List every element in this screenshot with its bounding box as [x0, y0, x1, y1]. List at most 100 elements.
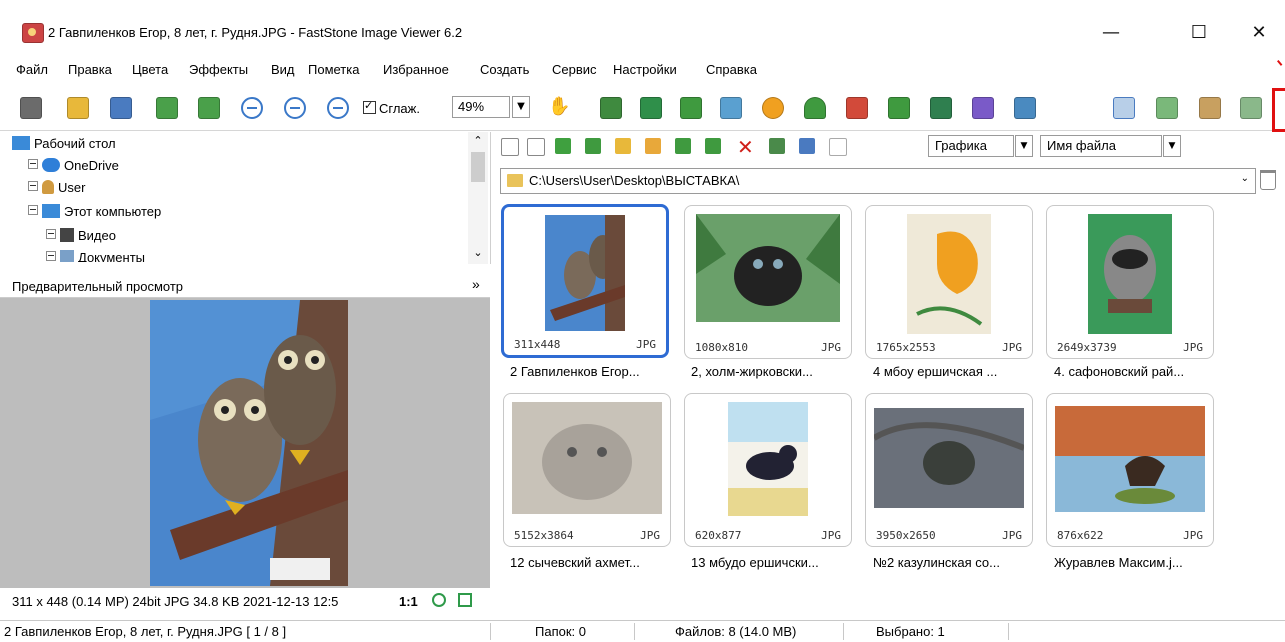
up-folder-icon[interactable] [555, 138, 571, 154]
squirrel-thumbnail [907, 214, 991, 334]
next-image-icon[interactable] [198, 97, 220, 119]
path-combobox[interactable]: C:\Users\User\Desktop\ВЫСТАВКА\ ⌄ [500, 168, 1256, 194]
zoom-dropdown-arrow[interactable]: ▼ [512, 96, 530, 118]
thumbnail-item[interactable]: 2649x3739 JPG [1046, 205, 1214, 359]
layout-preview-icon[interactable] [1156, 97, 1178, 119]
list-view-icon[interactable] [799, 138, 815, 154]
tree-item-video[interactable]: Видео [46, 228, 116, 243]
menu-edit[interactable]: Правка [68, 62, 112, 77]
compare-icon[interactable] [930, 97, 952, 119]
delete-icon[interactable]: ✕ [737, 135, 754, 159]
resize-icon[interactable] [680, 97, 702, 119]
thumbnail-dimensions: 2649x3739 [1057, 341, 1117, 354]
brightness-icon[interactable] [762, 97, 784, 119]
fit-icon[interactable] [432, 593, 446, 607]
thumbnail-item[interactable]: 1765x2553 JPG [865, 205, 1033, 359]
smooth-checkbox[interactable]: Сглаж. [363, 99, 420, 116]
tree-item-desktop[interactable]: Рабочий стол [12, 136, 116, 151]
folder-green-icon[interactable] [585, 138, 601, 154]
tree-item-documents[interactable]: Документы [46, 250, 145, 262]
menu-mark[interactable]: Пометка [308, 62, 359, 77]
crop-icon[interactable] [640, 97, 662, 119]
rotate-right-icon[interactable] [888, 97, 910, 119]
actual-size-button[interactable]: 1:1 [399, 594, 418, 609]
email-icon[interactable] [1014, 97, 1036, 119]
expand-icon[interactable] [28, 181, 38, 191]
thumbnail-item[interactable]: 1080x810 JPG [684, 205, 852, 359]
copy-to-icon[interactable] [675, 138, 691, 154]
layout-browser-icon[interactable] [1113, 97, 1135, 119]
favorite-folder-icon[interactable] [615, 138, 631, 154]
thumbnail-item[interactable]: 311x448 JPG [501, 204, 669, 358]
minimize-button[interactable]: — [1088, 20, 1134, 46]
tree-scrollbar[interactable]: ⌃ ⌄ [468, 132, 488, 264]
zoom-out-icon[interactable] [284, 97, 306, 119]
thumbnail-item[interactable]: 876x622 JPG [1046, 393, 1214, 547]
maximize-button[interactable]: ☐ [1176, 20, 1222, 46]
user-icon [42, 180, 54, 194]
thumbnail-item[interactable]: 5152x3864 JPG [503, 393, 671, 547]
menu-colors[interactable]: Цвета [132, 62, 168, 77]
back-arrow-icon[interactable] [501, 138, 519, 156]
red-eye-icon[interactable] [804, 97, 826, 119]
app-icon [22, 23, 44, 43]
slideshow-icon[interactable] [600, 97, 622, 119]
menu-effects[interactable]: Эффекты [189, 62, 248, 77]
previous-image-icon[interactable] [156, 97, 178, 119]
sort-dropdown-arrow[interactable]: ▼ [1163, 135, 1181, 157]
tree-item-onedrive[interactable]: OneDrive [28, 158, 119, 173]
details-view-icon[interactable] [829, 138, 847, 156]
zoom-combobox[interactable]: 49% [452, 96, 510, 118]
status-divider [634, 623, 635, 640]
thumbnail-format: JPG [1183, 341, 1203, 354]
move-to-icon[interactable] [705, 138, 721, 154]
camera-icon[interactable] [20, 97, 42, 119]
actual-size-icon[interactable] [327, 97, 349, 119]
scroll-down-icon[interactable]: ⌄ [468, 246, 488, 260]
tree-item-this-pc[interactable]: Этот компьютер [28, 204, 161, 219]
collapse-icon[interactable] [28, 205, 38, 215]
thumbnail-format: JPG [821, 341, 841, 354]
hand-tool-icon[interactable]: ✋ [548, 96, 570, 117]
image-info-text: 311 x 448 (0.14 MP) 24bit JPG 34.8 KB 20… [12, 594, 339, 609]
full-view-icon[interactable] [458, 593, 472, 607]
new-folder-icon[interactable] [645, 138, 661, 154]
thumbnail-view-icon[interactable] [769, 138, 785, 154]
menu-file[interactable]: Файл [16, 62, 48, 77]
fullscreen-icon[interactable] [1240, 97, 1262, 119]
collapse-chevron-icon[interactable]: » [472, 276, 480, 292]
open-folder-icon[interactable] [67, 97, 89, 119]
thumbnail-dimensions: 876x622 [1057, 529, 1104, 542]
menu-favorites[interactable]: Избранное [383, 62, 449, 77]
zoom-in-icon[interactable] [241, 97, 263, 119]
expand-icon[interactable] [28, 159, 38, 169]
thumbnail-item[interactable]: 620x877 JPG [684, 393, 852, 547]
menu-create[interactable]: Создать [480, 62, 529, 77]
menu-service[interactable]: Сервис [552, 62, 597, 77]
filter-select[interactable]: Графика [928, 135, 1014, 157]
scroll-up-icon[interactable]: ⌃ [468, 134, 488, 148]
preview-header[interactable]: Предварительный просмотр » [0, 275, 490, 298]
menu-settings[interactable]: Настройки [613, 62, 677, 77]
layout-detail-icon[interactable] [1199, 97, 1221, 119]
thumbnail-label: 2 Гавпиленков Егор... [510, 364, 640, 379]
menu-view[interactable]: Вид [271, 62, 295, 77]
trash-icon[interactable] [1260, 170, 1276, 190]
thumbnail-item[interactable]: 3950x2650 JPG [865, 393, 1033, 547]
scroll-thumb[interactable] [471, 152, 485, 182]
title-bar: 2 Гавпиленков Егор, 8 лет, г. Рудня.JPG … [0, 10, 1285, 54]
sort-select[interactable]: Имя файла [1040, 135, 1162, 157]
menu-help[interactable]: Справка [706, 62, 757, 77]
color-adjust-icon[interactable] [720, 97, 742, 119]
tree-label: Видео [78, 228, 116, 243]
filter-dropdown-arrow[interactable]: ▼ [1015, 135, 1033, 157]
print-icon[interactable] [972, 97, 994, 119]
expand-icon[interactable] [46, 229, 56, 239]
save-icon[interactable] [110, 97, 132, 119]
path-dropdown-icon[interactable]: ⌄ [1241, 173, 1249, 184]
close-button[interactable]: ✕ [1236, 20, 1282, 46]
tree-item-user[interactable]: User [28, 180, 85, 195]
rotate-left-icon[interactable] [846, 97, 868, 119]
expand-icon[interactable] [46, 251, 56, 261]
forward-arrow-icon[interactable] [527, 138, 545, 156]
